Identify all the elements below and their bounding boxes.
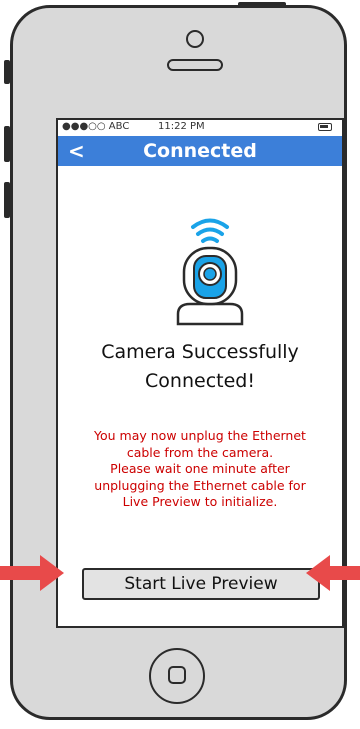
status-bar: ●●●○○ ABC 11:22 PM — [58, 120, 342, 136]
arrow-right-icon — [0, 555, 64, 591]
status-time: 11:22 PM — [158, 121, 205, 132]
home-square-icon — [168, 666, 186, 684]
battery-icon — [318, 123, 332, 131]
notice-line: cable from the camera. — [126, 444, 274, 460]
notice-line: You may now unplug the Ethernet — [94, 428, 306, 443]
earpiece-speaker — [167, 59, 223, 71]
carrier-signal: ●●●○○ ABC — [62, 121, 130, 132]
notice-line: unplugging the Ethernet cable for — [94, 477, 306, 493]
success-headline: Camera Successfully Connected! — [58, 338, 342, 396]
headline-line: Connected! — [145, 370, 255, 392]
front-camera — [186, 30, 204, 48]
start-live-preview-button[interactable]: Start Live Preview — [82, 568, 320, 600]
notice-line: Live Preview to initialize. — [122, 494, 278, 509]
wifi-camera-icon — [176, 218, 244, 326]
nav-bar: < Connected — [58, 136, 342, 166]
mockup-stage: ●●●○○ ABC 11:22 PM < Connected Camera Su… — [0, 0, 360, 729]
arrow-left-icon — [306, 555, 360, 591]
phone-frame: ●●●○○ ABC 11:22 PM < Connected Camera Su… — [10, 5, 347, 720]
phone-screen: ●●●○○ ABC 11:22 PM < Connected Camera Su… — [56, 118, 344, 628]
headline-line: Camera Successfully — [101, 341, 299, 363]
home-button[interactable] — [149, 648, 205, 704]
unplug-notice: You may now unplug the Ethernet cable fr… — [66, 428, 334, 511]
notice-line: Please wait one minute after — [110, 461, 290, 476]
page-title: Connected — [143, 140, 257, 162]
